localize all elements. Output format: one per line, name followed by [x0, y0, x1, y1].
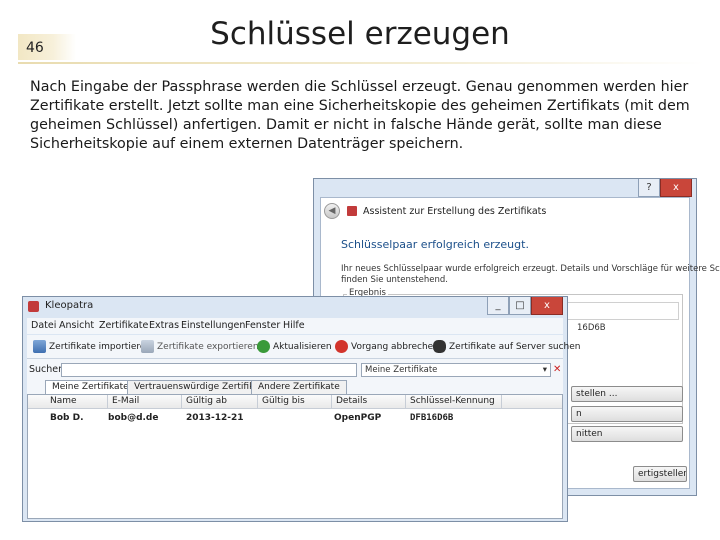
import-icon: [33, 340, 46, 353]
export-icon: [141, 340, 154, 353]
upload-certificate-label: nitten: [576, 429, 603, 439]
export-button[interactable]: Zertifikate exportieren: [141, 340, 259, 353]
close-button[interactable]: x: [531, 297, 563, 315]
column-details[interactable]: Details: [332, 395, 406, 409]
title-divider: [18, 62, 704, 64]
column-email[interactable]: E-Mail: [108, 395, 182, 409]
column-name[interactable]: Name: [28, 395, 108, 409]
wizard-heading: Schlüsselpaar erfolgreich erzeugt.: [341, 238, 529, 251]
menu-zertifikate[interactable]: Zertifikate: [99, 320, 148, 331]
send-certificate-label: n: [576, 409, 582, 419]
menu-bar: Datei Ansicht Zertifikate Extras Einstel…: [27, 318, 563, 334]
certificate-icon: [347, 206, 357, 216]
cell-email: bob@d.de: [108, 413, 159, 423]
menu-datei[interactable]: Datei: [31, 320, 56, 331]
menu-fenster[interactable]: Fenster: [245, 320, 280, 331]
wizard-title: Assistent zur Erstellung des Zertifikats: [363, 206, 547, 217]
stop-icon: [335, 340, 348, 353]
filter-value: Meine Zertifikate: [365, 365, 438, 375]
body-line: Sicherheitskopie auf einem externen Date…: [30, 136, 464, 152]
make-backup-label: stellen ...: [576, 389, 618, 399]
kleopatra-window: Kleopatra _ □ x Datei Ansicht Zertifikat…: [22, 296, 581, 522]
import-label: Zertifikate importieren: [49, 341, 152, 352]
refresh-button[interactable]: Aktualisieren: [257, 340, 332, 353]
toolbar: Zertifikate importieren Zertifikate expo…: [27, 335, 581, 359]
tab-my-certificates[interactable]: Meine Zertifikate: [45, 380, 136, 394]
upload-certificate-button[interactable]: nitten: [571, 426, 683, 442]
body-paragraph: Nach Eingabe der Passphrase werden die S…: [30, 78, 705, 154]
search-input[interactable]: [61, 363, 357, 377]
kleopatra-logo-icon: [28, 301, 39, 312]
body-line: Nach Eingabe der Passphrase werden die S…: [30, 79, 689, 95]
refresh-icon: [257, 340, 270, 353]
maximize-button[interactable]: □: [509, 297, 531, 315]
menu-extras[interactable]: Extras: [149, 320, 179, 331]
finish-label: ertigstellen: [638, 469, 687, 479]
certificate-table: Name E-Mail Gültig ab Gültig bis Details…: [27, 394, 563, 519]
column-valid-until[interactable]: Gültig bis: [258, 395, 332, 409]
menu-einstellungen[interactable]: Einstellungen: [181, 320, 245, 331]
cell-valid-from: 2013-12-21: [186, 413, 244, 423]
lookup-button[interactable]: Zertifikate auf Server suchen: [433, 340, 581, 353]
dropdown-icon: ▾: [542, 365, 547, 375]
make-backup-button[interactable]: stellen ...: [571, 386, 683, 402]
slide-title-text: Schlüssel erzeugen: [210, 16, 510, 52]
column-valid-from[interactable]: Gültig ab: [182, 395, 258, 409]
window-title: Kleopatra: [45, 300, 94, 311]
tab-other-certificates[interactable]: Andere Zertifikate: [251, 380, 347, 394]
minimize-button[interactable]: _: [487, 297, 509, 315]
clear-search-icon[interactable]: ✕: [553, 364, 563, 376]
binoculars-icon: [433, 340, 446, 353]
column-filler: [502, 395, 562, 409]
stop-label: Vorgang abbrechen: [351, 341, 439, 352]
slide-title: Schlüssel erzeugen: [0, 16, 720, 52]
import-button[interactable]: Zertifikate importieren: [33, 340, 151, 353]
wizard-description: finden Sie untenstehend.: [341, 275, 448, 285]
help-button[interactable]: ?: [638, 179, 660, 197]
body-line: geheimen Schlüssel) anfertigen. Damit er…: [30, 117, 662, 133]
cell-key-id: DFB16D6B: [410, 413, 454, 423]
menu-hilfe[interactable]: Hilfe: [283, 320, 305, 331]
finish-button[interactable]: ertigstellen: [633, 466, 687, 482]
column-key-id[interactable]: Schlüssel-Kennung: [406, 395, 502, 409]
wizard-description: Ihr neues Schlüsselpaar wurde erfolgreic…: [341, 264, 720, 274]
back-arrow-icon[interactable]: ◀: [324, 203, 340, 219]
cell-details: OpenPGP: [334, 413, 382, 423]
export-label: Zertifikate exportieren: [157, 341, 259, 352]
stop-button[interactable]: Vorgang abbrechen: [335, 340, 439, 353]
fingerprint-fragment: 16D6B: [577, 323, 606, 333]
main-area: Suchen: Meine Zertifikate ▾ ✕ Meine Zerti…: [27, 359, 563, 519]
body-line: Zertifikate erstellt. Jetzt sollte man e…: [30, 98, 690, 114]
filter-select[interactable]: Meine Zertifikate ▾: [361, 363, 551, 377]
lookup-label: Zertifikate auf Server suchen: [449, 341, 581, 352]
cell-name: Bob D.: [50, 413, 84, 423]
send-certificate-button[interactable]: n: [571, 406, 683, 422]
close-button[interactable]: x: [660, 179, 692, 197]
menu-ansicht[interactable]: Ansicht: [59, 320, 94, 331]
refresh-label: Aktualisieren: [273, 341, 332, 352]
